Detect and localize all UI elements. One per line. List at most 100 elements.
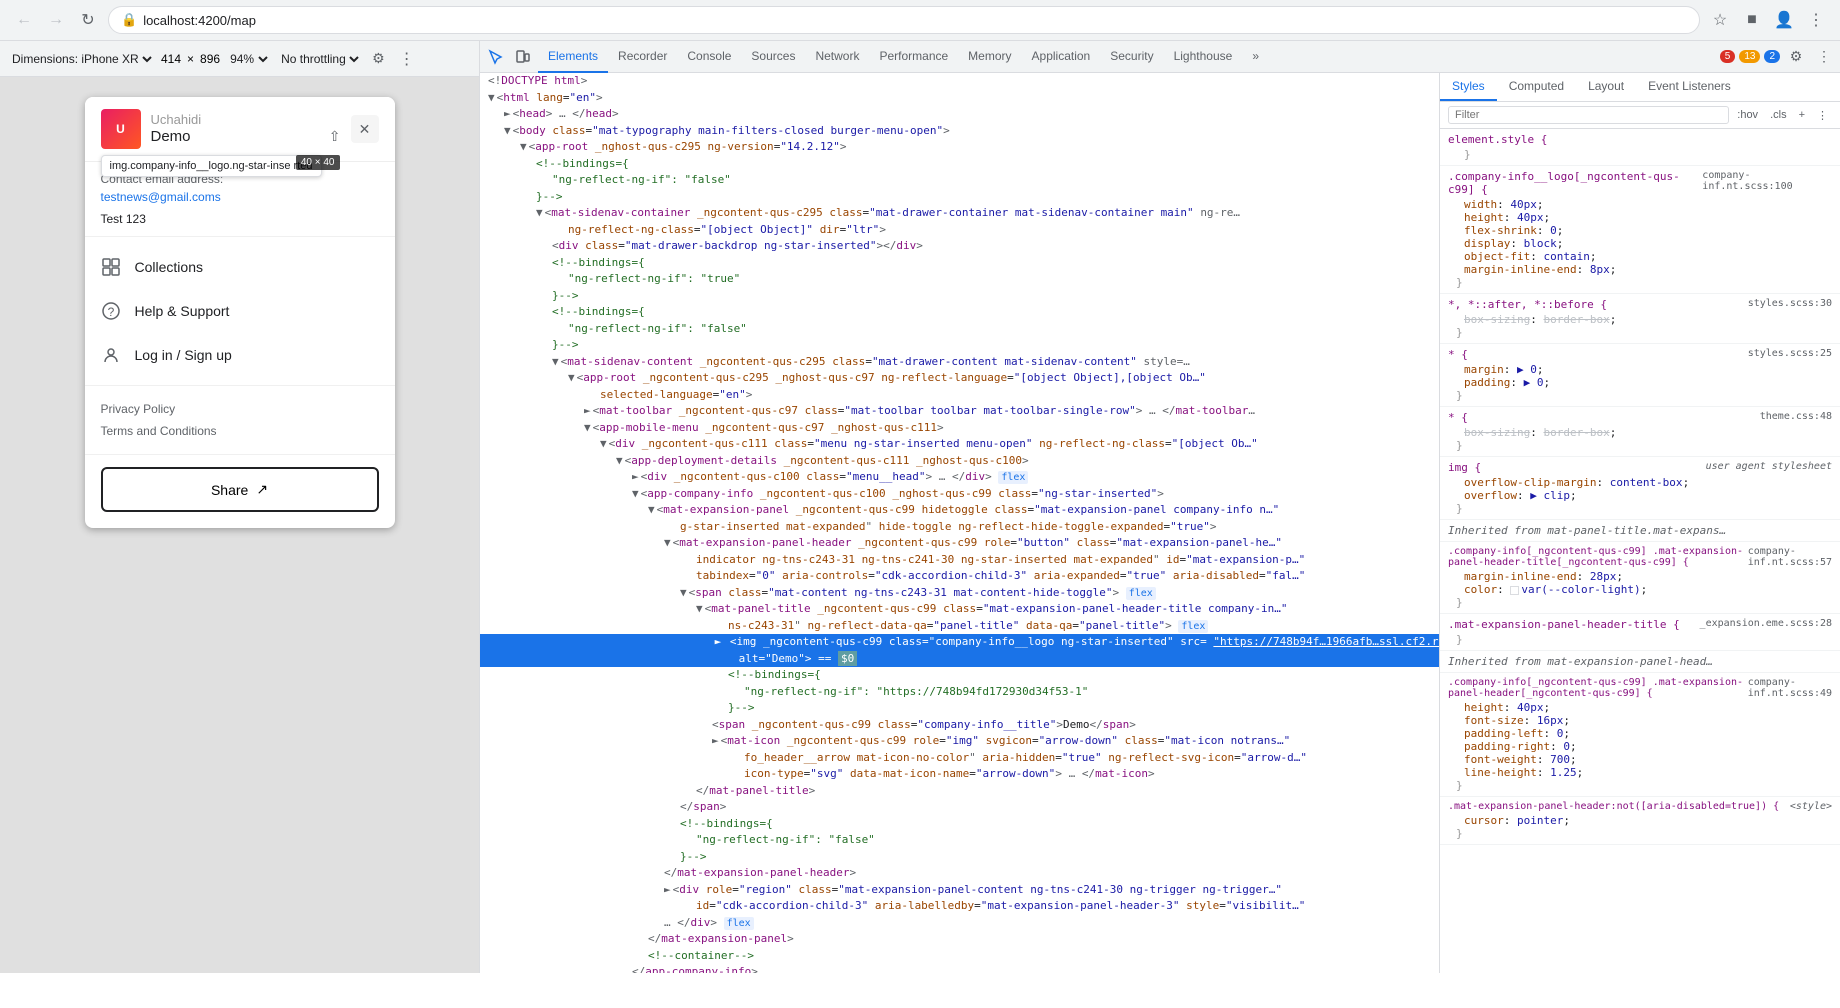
- prop-margin-ie: margin-inline-end: 28px;: [1448, 570, 1832, 583]
- prop-height-mph: height: 40px;: [1448, 701, 1832, 714]
- exp-title-selector[interactable]: .mat-expansion-panel-header-title {: [1448, 618, 1680, 631]
- zoom-selector[interactable]: 94%: [226, 51, 271, 67]
- html-ph3: tabindex="0" aria-controls="cdk-accordio…: [480, 568, 1439, 585]
- devtools-settings-button[interactable]: ⚙: [1784, 45, 1808, 69]
- hov-button[interactable]: :hov: [1733, 107, 1762, 123]
- login-nav-item[interactable]: Log in / Sign up: [85, 333, 395, 377]
- styles-filter-input[interactable]: [1448, 106, 1729, 124]
- nav-section: Collections ? Help & Support: [85, 236, 395, 385]
- mph-selector[interactable]: .company-info[_ngcontent-qus-c99] .mat-e…: [1448, 677, 1748, 699]
- html-menu-div: ▼<div _ngcontent-qus-c111 class="menu ng…: [480, 436, 1439, 453]
- extension-button[interactable]: ■: [1740, 8, 1764, 32]
- html-rd3: … </div> flex: [480, 915, 1439, 932]
- star3-source[interactable]: theme.css:48: [1760, 411, 1832, 426]
- forward-button[interactable]: →: [44, 8, 68, 32]
- login-label: Log in / Sign up: [135, 347, 232, 363]
- tab-sources[interactable]: Sources: [741, 41, 805, 73]
- prop-height: height: 40px;: [1448, 211, 1832, 224]
- plus-button[interactable]: +: [1795, 107, 1809, 123]
- emulation-more-btn[interactable]: ⋮: [395, 47, 419, 71]
- styles-tab-layout[interactable]: Layout: [1576, 73, 1636, 101]
- network-conditions-icon[interactable]: ⚙: [368, 48, 389, 69]
- bookmark-button[interactable]: ☆: [1708, 8, 1732, 32]
- star3-close: }: [1448, 439, 1832, 452]
- img-tooltip: img.company-info__logo.ng-star-inse rted: [101, 155, 322, 177]
- terms-link[interactable]: Terms and Conditions: [101, 420, 379, 442]
- dimension-x: ×: [187, 52, 194, 66]
- help-support-label: Help & Support: [135, 303, 230, 319]
- prop-padding-left: padding-left: 0;: [1448, 727, 1832, 740]
- device-selector[interactable]: Dimensions: iPhone XR: [8, 51, 155, 67]
- inh1-source[interactable]: company-inf.nt.scss:57: [1748, 546, 1832, 570]
- img-selector[interactable]: img {: [1448, 461, 1481, 474]
- tab-application[interactable]: Application: [1022, 41, 1101, 73]
- contact-email[interactable]: testnews@gmail.coms: [101, 190, 221, 204]
- back-button[interactable]: ←: [12, 8, 36, 32]
- star2-selector[interactable]: * {: [1448, 348, 1468, 361]
- html-pt2: ns-c243-31" ng-reflect-data-qa="panel-ti…: [480, 618, 1439, 635]
- logo-source[interactable]: company-inf.nt.scss:100: [1702, 170, 1832, 198]
- exp-title-header: .mat-expansion-panel-header-title { _exp…: [1448, 618, 1832, 633]
- tab-performance[interactable]: Performance: [869, 41, 958, 73]
- html-app-root2: ▼<app-root _ngcontent-qus-c295 _nghost-q…: [480, 370, 1439, 387]
- menu-button[interactable]: ⋮: [1804, 8, 1828, 32]
- help-support-nav-item[interactable]: ? Help & Support: [85, 289, 395, 333]
- mobile-preview: Dimensions: iPhone XR 414 × 896 94% No t…: [0, 41, 480, 973]
- styles-tab-computed[interactable]: Computed: [1497, 73, 1576, 101]
- cursor-selector[interactable]: .mat-expansion-panel-header:not([aria-di…: [1448, 801, 1779, 812]
- html-container-comment: <!--container-->: [480, 948, 1439, 965]
- star2-source[interactable]: styles.scss:25: [1748, 348, 1832, 363]
- html-panel[interactable]: <!DOCTYPE html> ▼<html lang="en"> ►<head…: [480, 73, 1440, 973]
- privacy-link[interactable]: Privacy Policy: [101, 398, 379, 420]
- bottom-links: Privacy Policy Terms and Conditions: [85, 385, 395, 454]
- refresh-button[interactable]: ↻: [76, 8, 100, 32]
- devtools-more-button[interactable]: ⋮: [1812, 45, 1836, 69]
- prop-overflow-clip2: overflow: ▶ clip;: [1448, 489, 1832, 502]
- styles-tab-events[interactable]: Event Listeners: [1636, 73, 1743, 101]
- html-img-selected[interactable]: ► <img _ngcontent-qus-c99 class="company…: [480, 634, 1439, 651]
- mph-header: .company-info[_ngcontent-qus-c99] .mat-e…: [1448, 677, 1832, 701]
- cls-button[interactable]: .cls: [1766, 107, 1791, 123]
- throttle-selector[interactable]: No throttling: [277, 51, 362, 67]
- star1-source[interactable]: styles.scss:30: [1748, 298, 1832, 313]
- html-expansion2: g-star-inserted mat-expanded" hide-toggl…: [480, 519, 1439, 536]
- tab-elements[interactable]: Elements: [538, 41, 608, 73]
- styles-rule-img: img { user agent stylesheet overflow-cli…: [1440, 457, 1840, 520]
- device-toolbar-button[interactable]: [510, 45, 534, 69]
- profile-button[interactable]: 👤: [1772, 8, 1796, 32]
- logo-selector[interactable]: .company-info__logo[_ngcontent-qus-c99] …: [1448, 170, 1702, 196]
- close-button[interactable]: ✕: [351, 115, 379, 143]
- html-close-pt: </mat-panel-title>: [480, 783, 1439, 800]
- html-ph2: indicator ng-tns-c243-31 ng-tns-c241-30 …: [480, 552, 1439, 569]
- html-deployment: ▼<app-deployment-details _ngcontent-qus-…: [480, 453, 1439, 470]
- share-button[interactable]: Share ↗: [101, 467, 379, 512]
- html-panel-title: ▼<mat-panel-title _ngcontent-qus-c99 cla…: [480, 601, 1439, 618]
- inspect-element-button[interactable]: [484, 45, 508, 69]
- cursor-header: .mat-expansion-panel-header:not([aria-di…: [1448, 801, 1832, 814]
- tab-console[interactable]: Console: [677, 41, 741, 73]
- cursor-source[interactable]: <style>: [1790, 801, 1832, 814]
- styles-tab-styles[interactable]: Styles: [1440, 73, 1497, 101]
- url-input[interactable]: [143, 13, 1687, 28]
- tab-security[interactable]: Security: [1100, 41, 1163, 73]
- mph-source[interactable]: company-inf.nt.scss:49: [1748, 677, 1832, 701]
- more-styles-btn[interactable]: ⋮: [1813, 107, 1832, 124]
- star3-selector[interactable]: * {: [1448, 411, 1468, 424]
- grid-icon: [101, 257, 121, 277]
- html-body: ▼<body class="mat-typography main-filter…: [480, 123, 1439, 140]
- prop-box-sizing2: box-sizing: border-box;: [1448, 426, 1832, 439]
- html-company-title: <span _ngcontent-qus-c99 class="company-…: [480, 717, 1439, 734]
- inherited-from-panel-header: Inherited from mat-expansion-panel-head…: [1440, 651, 1840, 673]
- tab-lighthouse[interactable]: Lighthouse: [1164, 41, 1243, 73]
- tab-network[interactable]: Network: [805, 41, 869, 73]
- tab-more[interactable]: »: [1242, 41, 1269, 73]
- star3-header: * { theme.css:48: [1448, 411, 1832, 426]
- html-binding3b: "ng-reflect-ng-if": "false": [480, 321, 1439, 338]
- collections-nav-item[interactable]: Collections: [85, 245, 395, 289]
- star1-selector[interactable]: *, *::after, *::before {: [1448, 298, 1607, 311]
- tab-memory[interactable]: Memory: [958, 41, 1021, 73]
- tab-recorder[interactable]: Recorder: [608, 41, 677, 73]
- prop-box-sizing1: box-sizing: border-box;: [1448, 313, 1832, 326]
- exp-title-source[interactable]: _expansion.eme.scss:28: [1700, 618, 1832, 633]
- inh1-selector[interactable]: .company-info[_ngcontent-qus-c99] .mat-e…: [1448, 546, 1748, 568]
